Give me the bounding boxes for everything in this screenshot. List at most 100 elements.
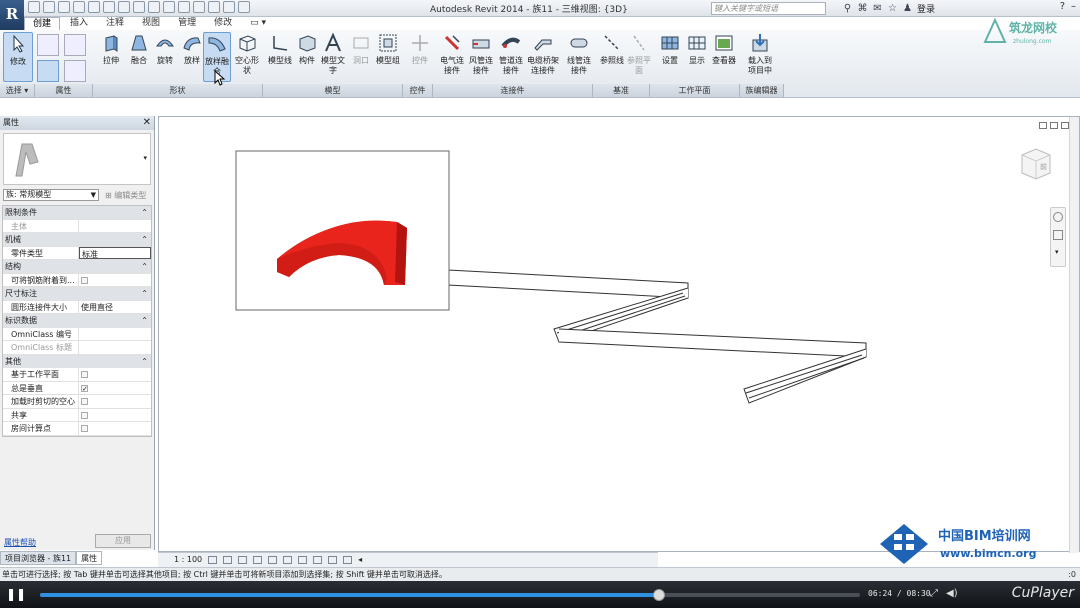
property-row[interactable]: 主体 xyxy=(3,219,151,233)
favorites-icon[interactable]: ☆ xyxy=(887,3,898,14)
reveal-hidden-icon[interactable] xyxy=(328,556,338,564)
collapse-icon[interactable]: ⌃ xyxy=(141,233,148,246)
close-hidden-icon[interactable] xyxy=(223,1,235,13)
user-icon[interactable]: ♟ xyxy=(902,3,913,14)
checkbox-unchecked-icon[interactable] xyxy=(81,411,88,419)
property-value[interactable] xyxy=(79,220,151,233)
tab-properties[interactable]: 属性 xyxy=(76,551,103,565)
property-category[interactable]: 机械 ⌃ xyxy=(3,233,151,247)
save-icon[interactable] xyxy=(43,1,55,13)
help-search-input[interactable]: 键入关键字或短语 xyxy=(711,2,826,15)
volume-icon[interactable]: ◀) xyxy=(946,588,958,599)
tag-icon[interactable] xyxy=(148,1,160,13)
control-button[interactable]: 控件 xyxy=(405,32,435,66)
tab-manage[interactable]: 管理 xyxy=(170,17,204,30)
3d-view-canvas[interactable]: 前 ▾ xyxy=(158,116,1080,553)
void-forms-button[interactable]: 空心形状 xyxy=(232,32,262,76)
properties-toggle-icon[interactable] xyxy=(37,60,59,82)
detail-level-icon[interactable] xyxy=(208,556,218,564)
duct-connector-button[interactable]: 风管连接件 xyxy=(466,32,496,76)
property-row[interactable]: 总是垂直 ✓ xyxy=(3,381,151,395)
property-category[interactable]: 其他 ⌃ xyxy=(3,354,151,368)
cable-tray-connector-button[interactable]: 电缆桥架连接件 xyxy=(526,32,560,76)
show-workplane-button[interactable]: 显示 xyxy=(682,32,712,66)
dimension-icon[interactable] xyxy=(133,1,145,13)
apply-button[interactable]: 应用 xyxy=(95,534,151,548)
collapse-icon[interactable]: ⌃ xyxy=(141,206,148,219)
subscription-icon[interactable]: ⌘ xyxy=(857,3,868,14)
reference-line-button[interactable]: 参照线 xyxy=(597,32,627,66)
vertical-scrollbar[interactable] xyxy=(1069,117,1079,553)
property-row[interactable]: 可将钢筋附着到... xyxy=(3,273,151,287)
set-workplane-button[interactable]: 设置 xyxy=(655,32,685,66)
conduit-connector-button[interactable]: 线管连接件 xyxy=(564,32,594,76)
redo-icon[interactable] xyxy=(88,1,100,13)
model-line-button[interactable]: 模型线 xyxy=(265,32,295,66)
checkbox-unchecked-icon[interactable] xyxy=(81,371,88,378)
type-properties-icon[interactable] xyxy=(64,60,86,82)
property-checkbox[interactable] xyxy=(79,409,151,422)
collapse-icon[interactable]: ⌃ xyxy=(141,314,148,327)
checkbox-checked-icon[interactable]: ✓ xyxy=(81,384,88,392)
modify-button[interactable]: 修改 xyxy=(3,32,33,82)
property-value[interactable]: 使用直径 xyxy=(79,301,151,314)
electrical-connector-button[interactable]: 电气连接件 xyxy=(437,32,467,76)
property-value[interactable] xyxy=(79,341,151,354)
property-category[interactable]: 标识数据 ⌃ xyxy=(3,314,151,328)
application-menu-button[interactable]: R xyxy=(0,0,24,30)
property-row[interactable]: 房间计算点 xyxy=(3,422,151,436)
reference-plane-button[interactable]: 参照平面 xyxy=(624,32,654,76)
sync-icon[interactable] xyxy=(58,1,70,13)
close-icon[interactable]: ✕ xyxy=(143,116,151,130)
section-icon[interactable] xyxy=(193,1,205,13)
properties-help-link[interactable]: 属性帮助 xyxy=(4,537,36,548)
extrusion-button[interactable]: 拉伸 xyxy=(96,32,126,66)
family-category-icon[interactable] xyxy=(37,34,59,56)
property-category[interactable]: 限制条件 ⌃ xyxy=(3,206,151,220)
playback-progress-track[interactable] xyxy=(40,593,860,597)
viewcube[interactable]: 前 xyxy=(1018,147,1054,181)
property-checkbox[interactable] xyxy=(79,395,151,408)
pipe-connector-button[interactable]: 管道连接件 xyxy=(496,32,526,76)
shadows-icon[interactable] xyxy=(253,556,263,564)
thin-lines-icon[interactable] xyxy=(208,1,220,13)
help-icon[interactable]: ? xyxy=(1060,1,1065,12)
temporary-hide-icon[interactable] xyxy=(313,556,323,564)
scroll-left-icon[interactable]: ◂ xyxy=(358,553,362,567)
property-row[interactable]: OmniClass 标题 xyxy=(3,341,151,355)
collapse-icon[interactable]: ⌃ xyxy=(141,260,148,273)
panel-select[interactable]: 选择 ▾ xyxy=(0,84,35,97)
checkbox-unchecked-icon[interactable] xyxy=(81,276,88,284)
communication-icon[interactable]: ✉ xyxy=(872,3,883,14)
tab-create[interactable]: 创建 xyxy=(24,17,61,30)
crop-view-icon[interactable] xyxy=(283,556,293,564)
opening-button[interactable]: 洞口 xyxy=(346,32,376,66)
ribbon-minimize-toggle[interactable]: ▭ ▾ xyxy=(242,17,274,30)
sun-path-icon[interactable] xyxy=(238,556,248,564)
open-icon[interactable] xyxy=(28,1,40,13)
edit-type-button[interactable]: ⊞ 编辑类型 xyxy=(105,190,146,201)
playback-scrubber[interactable] xyxy=(653,589,666,601)
property-row[interactable]: 共享 xyxy=(3,408,151,422)
print-icon[interactable] xyxy=(103,1,115,13)
pause-icon[interactable]: ❚❚ xyxy=(6,586,26,602)
3d-view-icon[interactable] xyxy=(178,1,190,13)
family-filter-select[interactable]: 族: 常规模型 ▼ xyxy=(3,189,99,201)
property-value[interactable]: 标准 xyxy=(79,246,151,259)
property-row[interactable]: 加载时剪切的空心 xyxy=(3,395,151,409)
tab-view[interactable]: 视图 xyxy=(134,17,168,30)
fullscreen-icon[interactable]: ⤢ xyxy=(930,588,938,599)
type-selector-dropdown-icon[interactable]: ▾ xyxy=(143,154,147,162)
property-checkbox[interactable]: ✓ xyxy=(79,382,151,395)
tab-modify[interactable]: 修改 xyxy=(206,17,240,30)
load-into-project-button[interactable]: 载入到项目中 xyxy=(745,32,775,76)
lock-view-icon[interactable] xyxy=(343,556,353,564)
property-checkbox[interactable] xyxy=(79,274,151,287)
checkbox-unchecked-icon[interactable] xyxy=(81,398,88,405)
render-icon[interactable] xyxy=(268,556,278,564)
checkbox-unchecked-icon[interactable] xyxy=(81,425,88,432)
model-group-button[interactable]: 模型组 xyxy=(373,32,403,66)
minimize-icon[interactable]: – xyxy=(1071,1,1076,12)
property-row[interactable]: OmniClass 编号 xyxy=(3,327,151,341)
visual-style-icon[interactable] xyxy=(223,556,233,564)
